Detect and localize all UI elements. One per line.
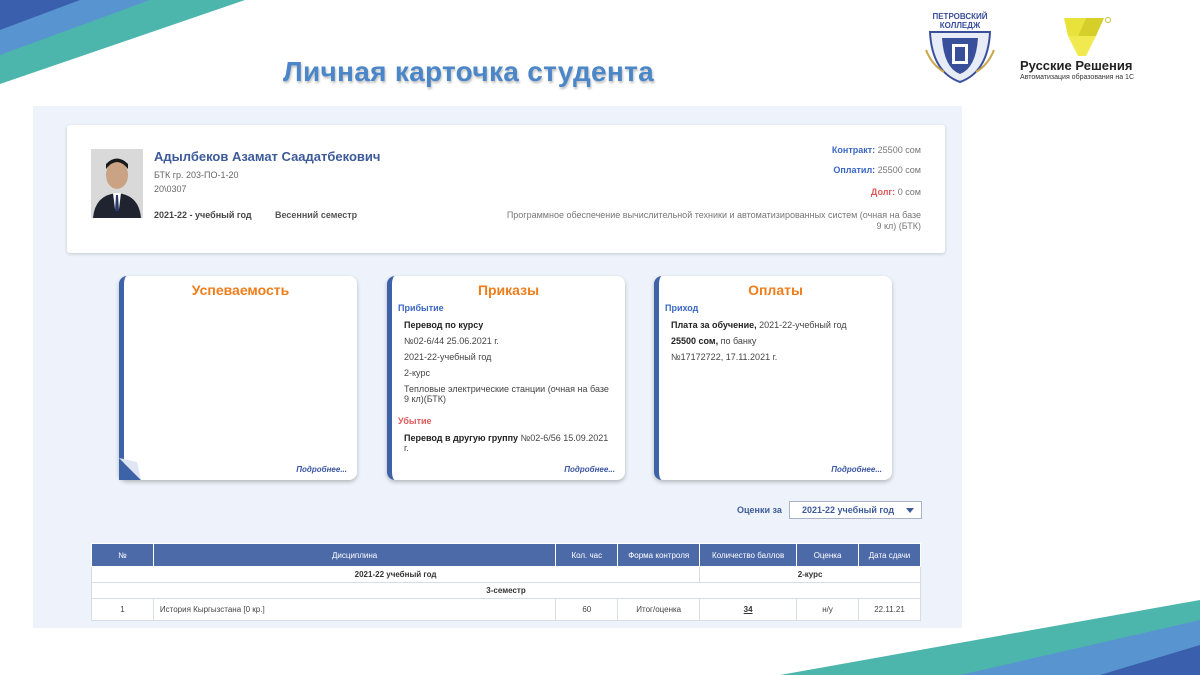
paid-value: 25500 сом bbox=[875, 165, 921, 175]
row-num: 1 bbox=[91, 598, 154, 621]
departure-order: Перевод в другую группу №02-6/56 15.09.2… bbox=[404, 433, 609, 453]
group-row-semester: 3-семестр bbox=[91, 582, 921, 599]
paid-label: Оплатил: bbox=[833, 165, 876, 175]
row-discipline: История Кыргызстана [0 кр.] bbox=[152, 598, 557, 621]
table-row[interactable]: 1 История Кыргызстана [0 кр.] 60 Итог/оц… bbox=[91, 598, 921, 621]
petrovsky-college-caption: ПЕТРОВСКИЙ КОЛЛЕДЖ bbox=[932, 12, 988, 30]
orders-title: Приказы bbox=[477, 282, 540, 298]
student-specialty: Программное обеспечение вычислительной т… bbox=[506, 210, 921, 231]
performance-more-link[interactable]: Подробнее... bbox=[296, 465, 347, 474]
group-row-year: 2021-22 учебный год 2-курс bbox=[90, 566, 921, 583]
grades-table-header: № Дисциплина Кол. час Форма контроля Кол… bbox=[91, 543, 921, 567]
col-discipline[interactable]: Дисциплина bbox=[152, 543, 557, 567]
student-card-panel: Адылбеков Азамат Саадатбекович БТК гр. 2… bbox=[33, 106, 962, 628]
payment-receipt: №17172722, 17.11.2021 г. bbox=[671, 352, 778, 362]
payments-card[interactable]: Оплаты Приход Плата за обучение, 2021-22… bbox=[654, 276, 892, 480]
student-photo bbox=[91, 149, 143, 218]
payment-name: Плата за обучение, 2021-22-учебный год bbox=[671, 320, 847, 330]
row-grade: н/у bbox=[796, 598, 860, 621]
row-control: Итог/оценка bbox=[617, 598, 701, 621]
debt-value: 0 сом bbox=[895, 187, 921, 197]
payment-amount: 25500 сом, по банку bbox=[671, 336, 757, 346]
group-year: 2021-22 учебный год bbox=[90, 566, 701, 583]
semester: Весенний семестр bbox=[275, 210, 358, 220]
row-date: 22.11.21 bbox=[858, 598, 921, 621]
grades-table: № Дисциплина Кол. час Форма контроля Кол… bbox=[90, 543, 921, 621]
contract-value: 25500 сом bbox=[875, 145, 921, 155]
arrival-year: 2021-22-учебный год bbox=[404, 352, 492, 362]
performance-card[interactable]: Успеваемость Подробнее... bbox=[119, 276, 357, 480]
col-date[interactable]: Дата сдачи bbox=[858, 543, 921, 567]
arrival-number: №02-6/44 25.06.2021 г. bbox=[404, 336, 499, 346]
payments-title: Оплаты bbox=[748, 282, 803, 298]
corner-decoration-top bbox=[0, 0, 245, 84]
grades-year-value: 2021-22 учебный год bbox=[802, 505, 895, 515]
row-hours: 60 bbox=[555, 598, 619, 621]
russkie-resheniya-tagline: Автоматизация образования на 1С bbox=[1020, 74, 1135, 81]
debt-row: Долг: 0 сом bbox=[871, 187, 921, 197]
col-grade[interactable]: Оценка bbox=[796, 543, 860, 567]
payments-more-link[interactable]: Подробнее... bbox=[831, 465, 882, 474]
academic-year: 2021-22 - учебный год bbox=[154, 210, 252, 220]
page-fold-icon bbox=[119, 458, 141, 480]
student-name: Адылбеков Азамат Саадатбекович bbox=[154, 149, 381, 164]
col-points[interactable]: Количество баллов bbox=[699, 543, 798, 567]
contract-row: Контракт: 25500 сом bbox=[832, 145, 921, 155]
departure-label: Убытие bbox=[398, 416, 432, 426]
debt-label: Долг: bbox=[870, 187, 896, 197]
student-id: 20\0307 bbox=[154, 184, 187, 194]
contract-label: Контракт: bbox=[831, 145, 876, 155]
russkie-resheniya-logo-icon bbox=[1064, 17, 1111, 56]
arrival-specialty: Тепловые электрические станции (очная на… bbox=[404, 384, 609, 404]
orders-card[interactable]: Приказы Прибытие Перевод по курсу №02-6/… bbox=[387, 276, 625, 480]
income-label: Приход bbox=[665, 303, 699, 313]
col-num[interactable]: № bbox=[91, 543, 154, 567]
slide-title: Личная карточка студента bbox=[283, 56, 655, 87]
student-info-card: Адылбеков Азамат Саадатбекович БТК гр. 2… bbox=[67, 125, 945, 253]
arrival-course: 2-курс bbox=[404, 368, 430, 378]
row-points-link[interactable]: 34 bbox=[744, 605, 753, 614]
grades-label: Оценки за bbox=[737, 505, 782, 515]
arrival-order: Перевод по курсу bbox=[404, 320, 484, 330]
student-group: БТК гр. 203-ПО-1-20 bbox=[154, 170, 239, 180]
paid-row: Оплатил: 25500 сом bbox=[833, 165, 921, 175]
col-control[interactable]: Форма контроля bbox=[617, 543, 701, 567]
row-points-cell: 34 bbox=[699, 598, 798, 621]
performance-title: Успеваемость bbox=[191, 282, 290, 298]
group-course: 2-курс bbox=[699, 566, 921, 583]
group-semester: 3-семестр bbox=[91, 582, 921, 599]
grades-year-select[interactable]: 2021-22 учебный год bbox=[789, 501, 922, 519]
chevron-down-icon bbox=[906, 508, 914, 513]
col-hours[interactable]: Кол. час bbox=[555, 543, 619, 567]
russkie-resheniya-name: Русские Решения bbox=[1020, 58, 1133, 73]
orders-more-link[interactable]: Подробнее... bbox=[564, 465, 615, 474]
arrival-label: Прибытие bbox=[398, 303, 444, 313]
